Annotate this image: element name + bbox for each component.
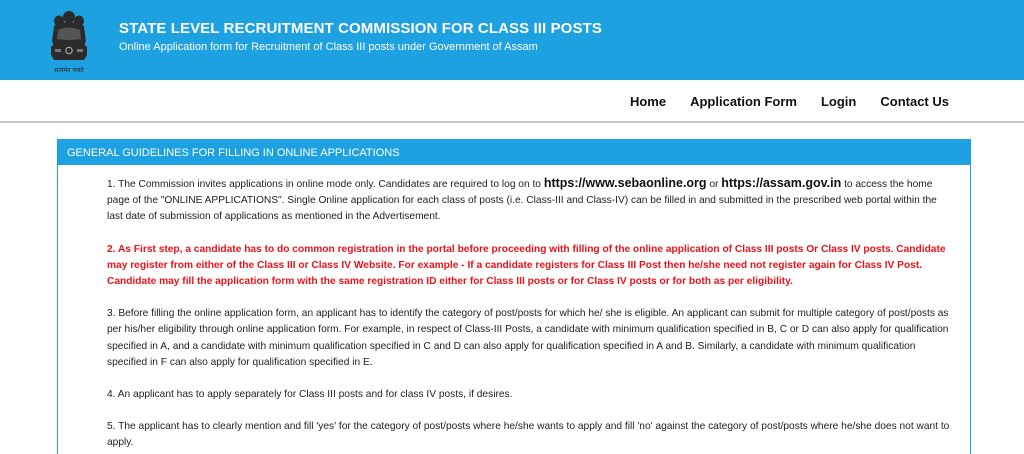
guideline-5: 5. The applicant has to clearly mention …	[107, 421, 950, 449]
assam-gov-link[interactable]: https://assam.gov.in	[721, 176, 841, 190]
nav-application-form[interactable]: Application Form	[690, 94, 797, 109]
guideline-2: 2. As First step, a candidate has to do …	[107, 243, 946, 288]
site-subtitle: Online Application form for Recruitment …	[119, 41, 538, 53]
nav-login[interactable]: Login	[821, 94, 856, 109]
main-nav: Home Application Form Login Contact Us	[630, 94, 949, 109]
sebaonline-link[interactable]: https://www.sebaonline.org	[544, 176, 707, 190]
guideline-1: 1. The Commission invites applications i…	[107, 175, 952, 226]
guideline-4: 4. An applicant has to apply separately …	[107, 389, 513, 401]
nav-home[interactable]: Home	[630, 94, 666, 109]
guidelines-panel: GENERAL GUIDELINES FOR FILLING IN ONLINE…	[57, 139, 971, 454]
guidelines-heading: GENERAL GUIDELINES FOR FILLING IN ONLINE…	[58, 140, 970, 165]
guideline-1-text-a: 1. The Commission invites applications i…	[107, 179, 544, 190]
guideline-1-text-b: or	[706, 179, 722, 190]
header-bar: सत्यमेव जयते STATE LEVEL RECRUITMENT COM…	[0, 0, 1024, 80]
nav-bar: Home Application Form Login Contact Us	[0, 80, 1024, 123]
site-title: STATE LEVEL RECRUITMENT COMMISSION FOR C…	[119, 20, 602, 37]
nav-contact-us[interactable]: Contact Us	[880, 94, 949, 109]
guidelines-body: 1. The Commission invites applications i…	[107, 175, 952, 454]
svg-text:सत्यमेव जयते: सत्यमेव जयते	[54, 66, 84, 74]
national-emblem-icon: सत्यमेव जयते	[44, 8, 94, 74]
guideline-3: 3. Before filling the online application…	[107, 308, 949, 368]
